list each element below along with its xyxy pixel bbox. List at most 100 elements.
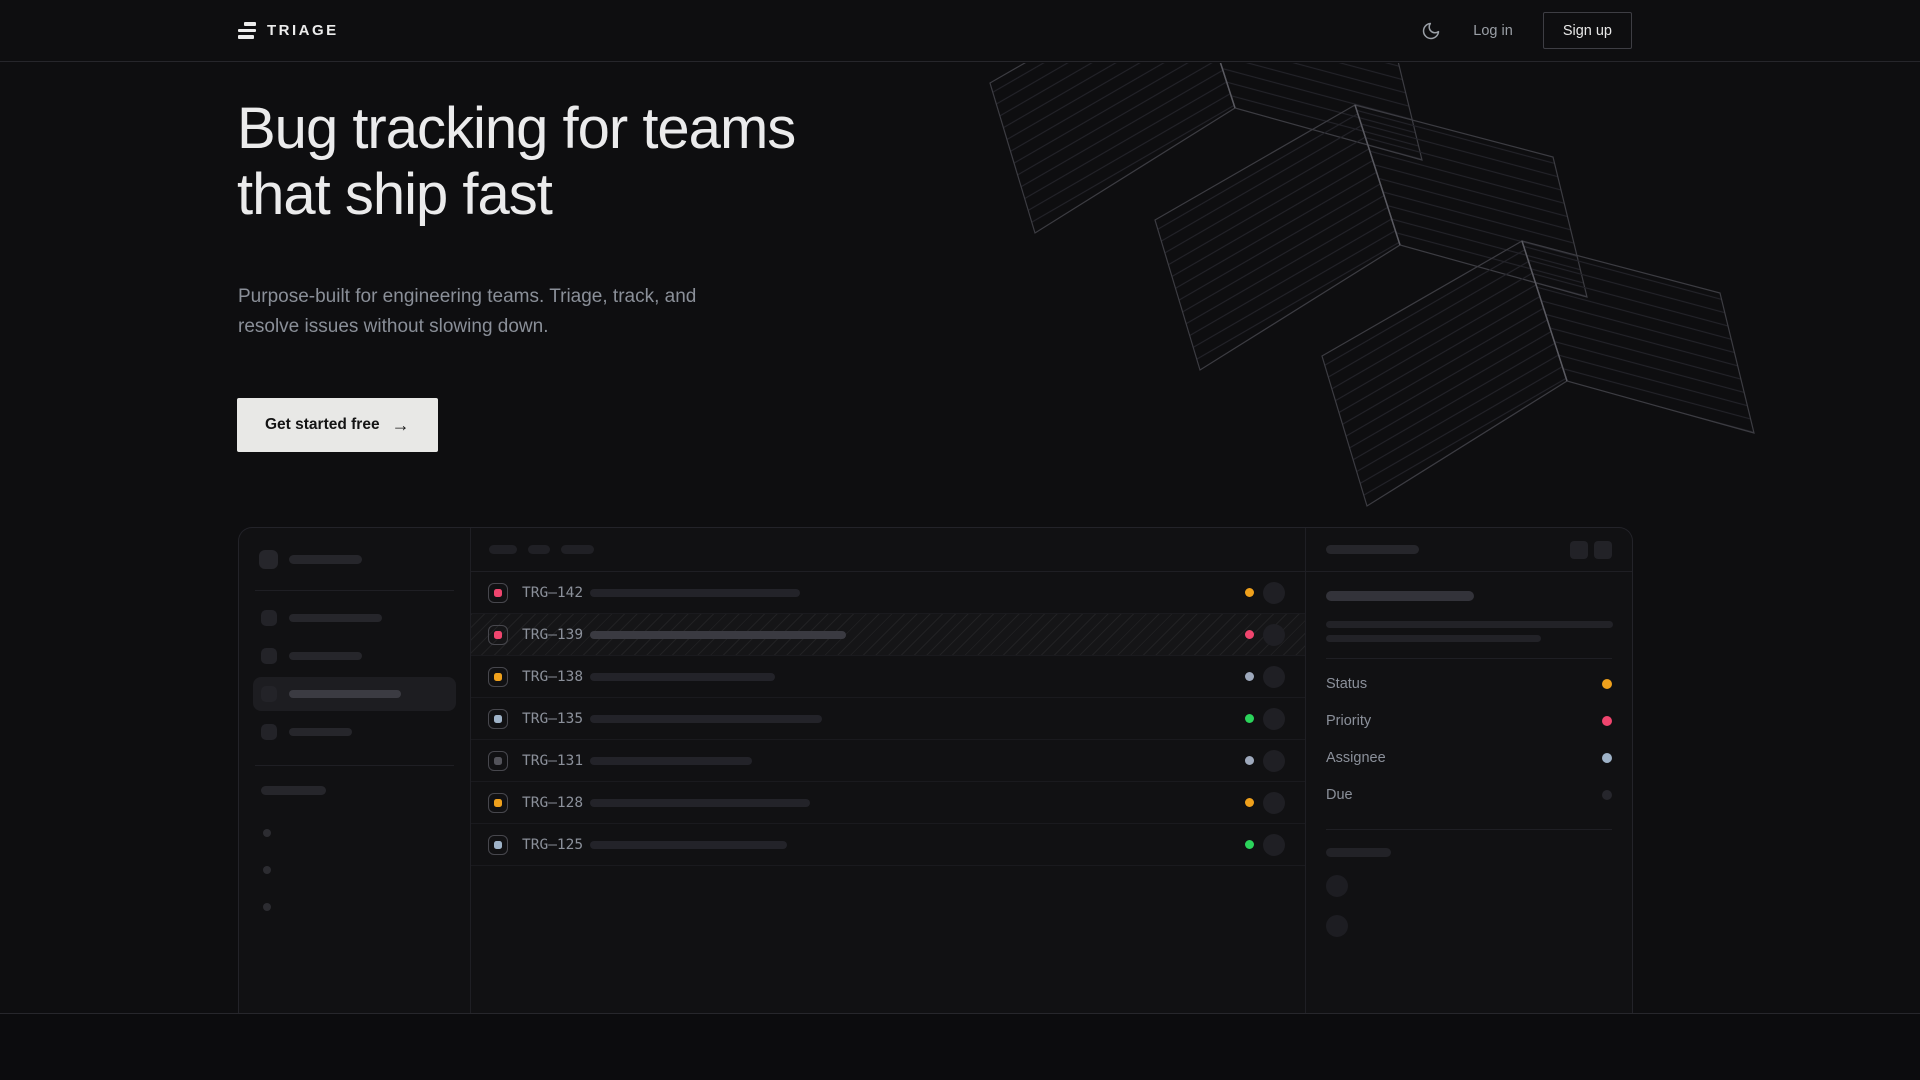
hero-subtitle: Purpose-built for engineering teams. Tri…	[238, 282, 696, 342]
issue-id: TRG–135	[522, 711, 590, 727]
issue-title-skeleton	[590, 715, 822, 723]
issue-row[interactable]: TRG–142	[471, 572, 1305, 614]
skeleton-bar	[289, 652, 362, 660]
signup-button[interactable]: Sign up	[1543, 12, 1632, 49]
assignee-avatar	[1263, 750, 1285, 772]
panel-field-label: Status	[1326, 676, 1367, 692]
issue-status-dot	[1245, 756, 1254, 765]
app-preview-card: TRG–142TRG–139TRG–138TRG–135TRG–131TRG–1…	[238, 527, 1633, 1013]
issue-title-skeleton	[590, 799, 810, 807]
sidebar-item-icon	[261, 610, 277, 626]
issue-type-icon	[488, 625, 508, 645]
login-link[interactable]: Log in	[1473, 23, 1513, 39]
panel-field-row[interactable]: Priority	[1326, 702, 1612, 739]
sidebar-skeleton-dot	[263, 829, 271, 837]
panel-field-row[interactable]: Due	[1326, 776, 1612, 813]
panel-action-button[interactable]	[1570, 541, 1588, 559]
workspace-icon	[259, 550, 278, 569]
list-filter-pill[interactable]	[561, 545, 594, 554]
panel-actions	[1570, 541, 1612, 559]
issue-id: TRG–139	[522, 627, 590, 643]
issue-title-skeleton	[590, 589, 800, 597]
skeleton-bar	[1326, 848, 1391, 857]
issue-id: TRG–138	[522, 669, 590, 685]
panel-field-label: Due	[1326, 787, 1353, 803]
triage-logo-icon	[238, 22, 256, 39]
assignee-avatar	[1263, 624, 1285, 646]
panel-field-row[interactable]: Status	[1326, 665, 1612, 702]
issue-status-dot	[1245, 588, 1254, 597]
skeleton-bar	[289, 728, 352, 736]
list-filter-pill[interactable]	[489, 545, 517, 554]
issue-status-dot	[1245, 672, 1254, 681]
list-filter-pill[interactable]	[528, 545, 550, 554]
skeleton-line	[1326, 621, 1613, 628]
sidebar-item-icon	[261, 648, 277, 664]
sidebar-item-icon	[261, 724, 277, 740]
panel-field-dot	[1602, 790, 1612, 800]
theme-toggle-button[interactable]	[1419, 19, 1443, 43]
brand-logo[interactable]: TRIAGE	[238, 22, 339, 39]
issue-row[interactable]: TRG–131	[471, 740, 1305, 782]
issue-type-icon	[488, 751, 508, 771]
issue-detail-panel: Status Priority Assignee Due	[1306, 528, 1632, 1013]
sidebar-skeleton-dot	[263, 903, 271, 911]
issue-title-skeleton	[590, 673, 775, 681]
workspace-switcher[interactable]	[253, 550, 456, 569]
issue-type-icon	[488, 667, 508, 687]
panel-field-dot	[1602, 716, 1612, 726]
sidebar-skeleton-item[interactable]	[253, 713, 456, 751]
issue-row[interactable]: TRG–139	[471, 614, 1305, 656]
assignee-avatar	[1263, 834, 1285, 856]
issue-row[interactable]: TRG–138	[471, 656, 1305, 698]
assignee-avatar	[1263, 792, 1285, 814]
issue-type-icon	[488, 835, 508, 855]
issue-row[interactable]: TRG–135	[471, 698, 1305, 740]
footer-section	[0, 1014, 1920, 1080]
issue-status-dot	[1245, 840, 1254, 849]
issue-list-header	[471, 528, 1305, 572]
issue-id: TRG–125	[522, 837, 590, 853]
panel-action-button[interactable]	[1594, 541, 1612, 559]
divider	[1326, 829, 1612, 830]
issue-row[interactable]: TRG–128	[471, 782, 1305, 824]
issue-status-dot	[1245, 798, 1254, 807]
panel-field-label: Assignee	[1326, 750, 1386, 766]
panel-field-label: Priority	[1326, 713, 1371, 729]
skeleton-line	[1326, 635, 1541, 642]
comment-avatar	[1326, 875, 1348, 897]
skeleton-bar	[289, 614, 382, 622]
sidebar-skeleton-item[interactable]	[253, 637, 456, 675]
sidebar-skeleton-item[interactable]	[253, 599, 456, 637]
skeleton-section-label	[261, 786, 326, 795]
brand-name: TRIAGE	[267, 22, 339, 39]
issue-type-icon	[488, 709, 508, 729]
divider	[255, 765, 454, 766]
skeleton-bar	[1326, 545, 1419, 554]
moon-icon	[1421, 21, 1441, 41]
hero-title: Bug tracking for teams that ship fast	[237, 96, 795, 228]
divider	[255, 590, 454, 591]
get-started-button[interactable]: Get started free →	[237, 398, 438, 452]
sidebar-skeleton-dot	[263, 866, 271, 874]
issue-row[interactable]: TRG–125	[471, 824, 1305, 866]
panel-field-dot	[1602, 753, 1612, 763]
sidebar-skeleton-item[interactable]	[253, 677, 456, 711]
comment-avatar	[1326, 915, 1348, 937]
arrow-right-icon: →	[392, 415, 410, 436]
panel-field-row[interactable]: Assignee	[1326, 739, 1612, 776]
sidebar-item-icon	[261, 686, 277, 702]
issue-status-dot	[1245, 714, 1254, 723]
panel-field-dot	[1602, 679, 1612, 689]
issue-title-skeleton	[590, 757, 752, 765]
mockup-sidebar	[239, 528, 471, 1013]
issue-list-panel: TRG–142TRG–139TRG–138TRG–135TRG–131TRG–1…	[471, 528, 1306, 1013]
issue-id: TRG–142	[522, 585, 590, 601]
detail-panel-header	[1306, 528, 1632, 572]
top-navbar: TRIAGE Log in Sign up	[0, 0, 1920, 62]
assignee-avatar	[1263, 708, 1285, 730]
landing-page: TRIAGE Log in Sign up	[0, 0, 1920, 1080]
issue-type-icon	[488, 793, 508, 813]
assignee-avatar	[1263, 582, 1285, 604]
skeleton-bar	[289, 555, 362, 564]
